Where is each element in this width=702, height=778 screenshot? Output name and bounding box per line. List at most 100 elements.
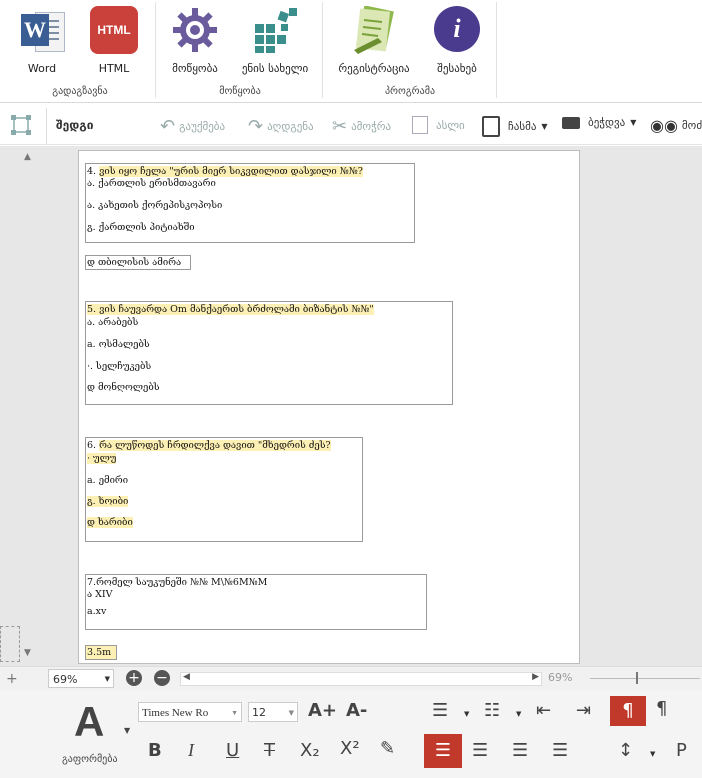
option-5d: დ მონღოლებს [87,382,160,393]
question-box-5[interactable]: 5. ვის ჩაუვარდა Om მანქაერთს ბრძოლამი ბი… [85,301,453,405]
group-label-settings: მოწყობა [219,86,261,97]
register-button[interactable]: რეგისტრაცია [334,5,414,75]
find-label: მოძ [681,119,702,132]
horizontal-scrollbar[interactable]: ◀ ▶ [180,672,542,686]
format-bar: A ▼ გაფორმება Times New Ro ▼ 12 ▼ A+ A- … [0,690,702,778]
register-label: რეგისტრაცია [338,62,410,75]
paste-button[interactable]: ჩასმა ▼ [482,116,548,137]
line-spacing-icon[interactable]: ↕ [618,740,633,761]
shrink-font-button[interactable]: A- [346,700,367,721]
superscript-button[interactable]: X² [340,738,360,759]
italic-button[interactable]: I [188,740,194,761]
question-box-7[interactable]: 7.რომელ საუკუნეში №№ M\№6M№M ა XIV a.xv [85,574,427,630]
edit-toolbar: შედგი ↶ გაუქმება ↷ აღდგენა ✂ ამოჭრა ასლი… [0,108,702,145]
vertical-scrollbar[interactable]: ▲ ▼ [20,150,40,660]
grow-font-button[interactable]: A+ [308,700,337,721]
scroll-left-icon[interactable]: ◀ [183,672,190,682]
language-name-label: ენის სახელი [241,62,309,75]
question-6-text: 6. რა ლუწოდეს ჩრდილქვა დავით "მხედრის ძე… [87,440,331,451]
undo-label: გაუქმება [179,120,226,133]
numbered-list-icon[interactable]: ☷ [484,700,500,721]
subscript-button[interactable]: X₂ [300,740,320,761]
option-4c: გ. ქართლის პიტიახში [87,222,195,233]
add-icon[interactable]: + [6,671,18,687]
about-label: შესახებ [437,62,477,75]
html-label: HTML [98,62,130,75]
document-page[interactable]: 4. ვის იყო ჩელა "ურის მიერ სიკვდილით დას… [78,150,580,664]
outdent-icon[interactable]: ⇤ [536,700,551,721]
bottom-text: 3.5m [87,647,112,658]
chevron-down-icon: ▼ [231,709,238,717]
align-justify-icon[interactable]: ☰ [552,740,568,761]
align-center-icon[interactable]: ☰ [472,740,488,761]
zoom-slider-thumb[interactable] [636,672,638,684]
styles-big-a[interactable]: A [74,698,104,746]
export-word-button[interactable]: W Word [12,6,72,75]
print-button[interactable]: ბეჭდვა ▼ [562,116,636,129]
option-4b: ა. კახეთის ქორეპისკოპოსი [87,200,223,211]
zoom-value: 69% [53,673,78,686]
zoom-in-icon[interactable]: + [126,670,142,686]
scroll-up-icon[interactable]: ▲ [24,152,31,162]
font-size-select[interactable]: 12 ▼ [248,702,298,722]
chevron-down-icon: ▼ [630,118,637,127]
highlighter-icon[interactable]: ✎ [380,738,395,759]
html-icon: HTML [90,6,138,54]
register-icon [348,5,400,56]
indent-icon[interactable]: ⇥ [576,700,591,721]
redo-label: აღდგენა [267,120,314,133]
strikethrough-button[interactable]: T [264,740,275,761]
bold-button[interactable]: B [148,740,162,761]
fit-page-icon[interactable] [10,114,32,136]
clipboard-icon [482,116,500,137]
find-button[interactable]: ◉◉ მოძ [650,116,702,135]
word-label: Word [27,62,57,75]
chevron-down-icon[interactable]: ▼ [650,750,655,758]
frame-tool-icon[interactable] [0,626,20,662]
paste-label: ჩასმა [508,120,537,133]
copy-label: ასლი [436,118,465,132]
option-7a: ა XIV [87,589,113,600]
bottom-text-box[interactable]: 3.5m [85,645,117,660]
underline-button[interactable]: U [226,740,239,761]
language-name-button[interactable]: ენის სახელი [236,6,314,75]
zoom-select[interactable]: 69% ▼ [48,669,114,688]
option-6d: დ ხარიბი [87,517,133,528]
align-left-icon[interactable]: ☰ [424,734,462,768]
font-name-select[interactable]: Times New Ro ▼ [138,702,242,722]
print-label: ბეჭდვა [588,116,626,129]
question-box-4[interactable]: 4. ვის იყო ჩელა "ურის მიერ სიკვდილით დას… [85,163,415,243]
bullet-list-icon[interactable]: ☰ [432,700,448,721]
binoculars-icon: ◉◉ [650,116,678,135]
copy-button[interactable]: ასლი [412,116,465,134]
option-4d: დ თბილისის ამირა [87,257,182,268]
settings-button[interactable]: მოწყობა [164,6,226,75]
status-bar: + 69% ▼ + − ◀ ▶ 69% [0,666,702,691]
option-5c: ·. სელჩუკებს [87,361,152,372]
option-5a: ა. არაბებს [87,317,139,328]
question-7-text: 7.რომელ საუკუნეში №№ M\№6M№M [87,577,268,588]
chevron-down-icon[interactable]: ▼ [124,726,130,735]
font-size-value: 12 [252,706,266,719]
settings-label: მოწყობა [172,62,218,75]
export-html-button[interactable]: HTML HTML [84,6,144,75]
paragraph-ltr-icon[interactable]: ¶ [610,696,646,726]
about-button[interactable]: i შესახებ [426,6,488,75]
cut-button[interactable]: ✂ ამოჭრა [332,116,391,137]
scroll-down-icon[interactable]: ▼ [24,648,31,658]
chevron-down-icon[interactable]: ▼ [516,710,521,718]
answer-box-4[interactable]: დ თბილისის ამირა [85,255,191,270]
redo-button[interactable]: ↷ აღდგენა [248,116,314,137]
scroll-right-icon[interactable]: ▶ [532,672,539,682]
paragraph-rtl-icon[interactable]: ¶ [656,698,667,719]
question-box-6[interactable]: 6. რა ლუწოდეს ჩრდილქვა დავით "მხედრის ძე… [85,437,363,542]
chevron-down-icon[interactable]: ▼ [464,710,469,718]
font-name-value: Times New Ro [142,707,209,719]
zoom-slider[interactable] [590,678,700,679]
zoom-out-icon[interactable]: − [154,670,170,686]
align-right-icon[interactable]: ☰ [512,740,528,761]
undo-button[interactable]: ↶ გაუქმება [160,116,225,137]
option-7b: a.xv [87,606,107,617]
printer-icon [562,116,580,129]
paragraph-settings-button[interactable]: P [676,740,687,761]
